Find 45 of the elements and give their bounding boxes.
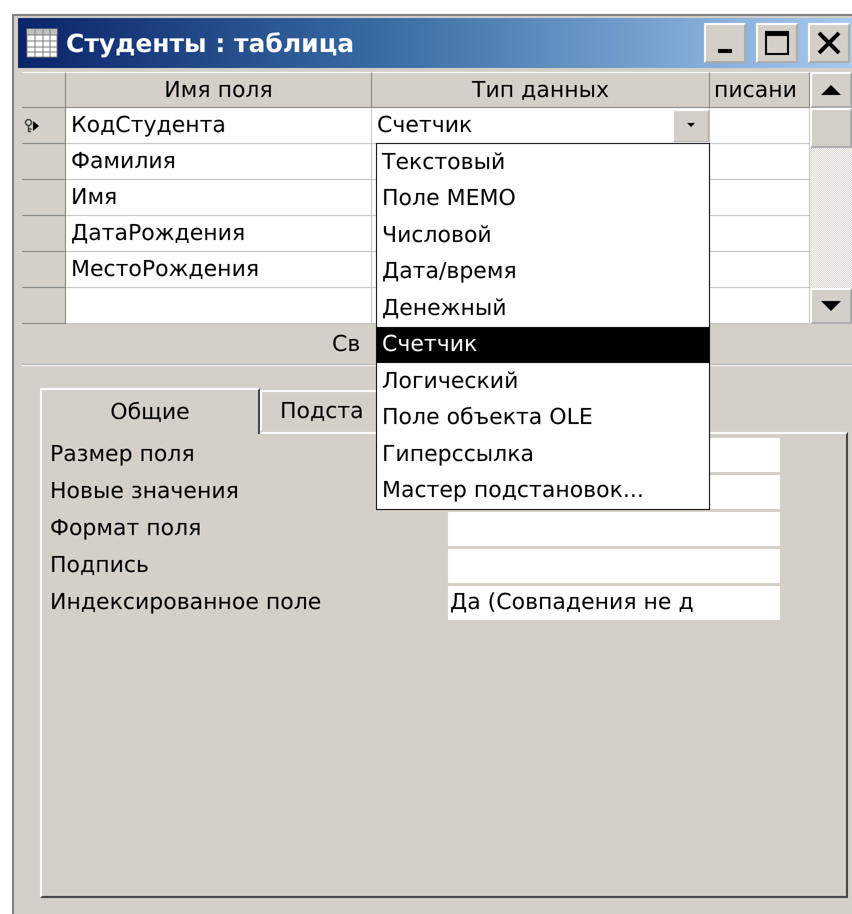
property-label: Формат поля: [50, 516, 202, 541]
row-selector[interactable]: [22, 108, 66, 144]
table-icon: [26, 28, 58, 58]
close-button[interactable]: [808, 23, 850, 63]
property-value-field[interactable]: Да (Совпадения не д: [448, 586, 780, 620]
down-arrow-icon: [821, 300, 841, 312]
field-name-cell[interactable]: КодСтудента: [66, 108, 372, 144]
scroll-thumb[interactable]: [810, 108, 852, 148]
caret-icon: [687, 123, 695, 128]
property-label: Индексированное поле: [50, 590, 322, 615]
field-name-cell[interactable]: Имя: [66, 180, 372, 216]
maximize-icon: [764, 30, 790, 56]
minimize-icon: [718, 49, 732, 53]
scroll-down-button[interactable]: [810, 288, 852, 324]
scroll-up-button[interactable]: [810, 72, 852, 108]
dropdown-option[interactable]: Числовой: [377, 217, 709, 254]
minimize-button[interactable]: [704, 23, 746, 63]
close-icon: [816, 30, 842, 56]
section-label: Св: [332, 332, 360, 356]
properties-tab[interactable]: Общие: [40, 388, 260, 434]
dropdown-option[interactable]: Текстовый: [377, 144, 709, 180]
property-value-field[interactable]: [448, 512, 780, 546]
property-label: Размер поля: [50, 442, 195, 467]
up-arrow-icon: [821, 84, 841, 96]
vertical-scrollbar[interactable]: [810, 72, 852, 324]
window-title: Студенты : таблица: [66, 28, 356, 58]
field-name-cell[interactable]: ДатаРождения: [66, 216, 372, 252]
column-header[interactable]: Тип данных: [372, 72, 710, 108]
property-label: Новые значения: [50, 479, 239, 504]
dropdown-option[interactable]: Дата/время: [377, 254, 709, 290]
dropdown-option[interactable]: Поле MEMO: [377, 180, 709, 217]
dropdown-button[interactable]: [673, 110, 709, 142]
field-name-cell[interactable]: Фамилия: [66, 144, 372, 180]
column-header[interactable]: Имя поля: [66, 72, 372, 108]
field-name-cell[interactable]: МестоРождения: [66, 252, 372, 288]
dropdown-option[interactable]: Гиперссылка: [377, 436, 709, 472]
dropdown-option[interactable]: Денежный: [377, 290, 709, 326]
column-header[interactable]: писани: [710, 72, 810, 108]
property-value-field[interactable]: [448, 548, 780, 582]
corner-header: [22, 72, 66, 108]
dropdown-option[interactable]: Мастер подстановок...: [377, 472, 709, 509]
maximize-button[interactable]: [756, 23, 798, 63]
field-name-cell[interactable]: [66, 288, 372, 324]
property-label: Подпись: [50, 553, 149, 578]
dropdown-option[interactable]: Счетчик: [377, 326, 709, 363]
